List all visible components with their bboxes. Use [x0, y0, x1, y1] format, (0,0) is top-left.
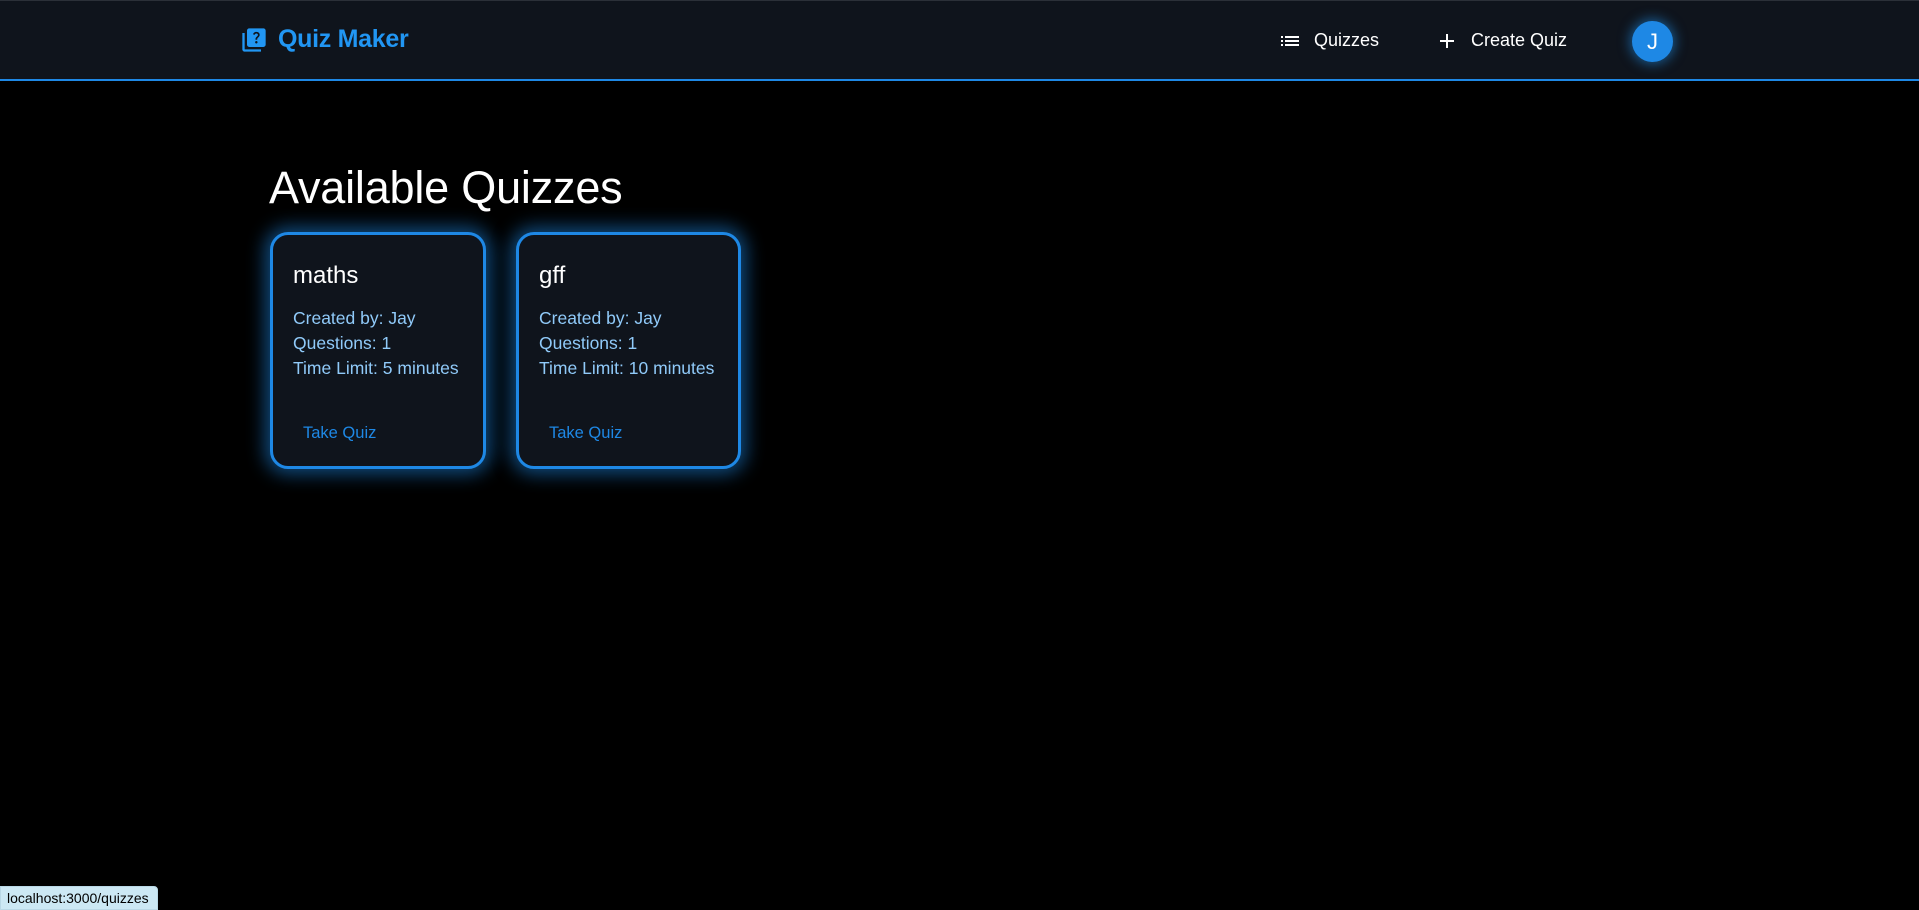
brand-link[interactable]: Quiz Maker	[240, 25, 409, 54]
brand-title: Quiz Maker	[278, 25, 409, 53]
quiz-card: maths Created by: Jay Questions: 1 Time …	[270, 232, 486, 469]
list-icon	[1281, 35, 1299, 46]
quiz-created-by: Created by: Jay	[539, 308, 662, 328]
page-title: Available Quizzes	[269, 162, 623, 213]
quiz-title: gff	[539, 262, 566, 289]
quiz-created-by: Created by: Jay	[293, 308, 416, 328]
browser-status-url: localhost:3000/quizzes	[0, 886, 158, 910]
quiz-meta: Created by: Jay Questions: 1 Time Limit:…	[293, 306, 459, 381]
nav-create-quiz[interactable]: Create Quiz	[1435, 1, 1567, 80]
quiz-title: maths	[293, 262, 359, 289]
quiz-meta: Created by: Jay Questions: 1 Time Limit:…	[539, 306, 714, 381]
take-quiz-button[interactable]: Take Quiz	[303, 424, 376, 443]
quiz-question-count: Questions: 1	[539, 333, 638, 353]
quiz-card: gff Created by: Jay Questions: 1 Time Li…	[516, 232, 741, 469]
quiz-icon	[242, 27, 266, 52]
quiz-time-limit: Time Limit: 10 minutes	[539, 358, 715, 378]
take-quiz-button[interactable]: Take Quiz	[549, 424, 622, 443]
app-bar: Quiz Maker Quizzes Create Quiz J	[0, 0, 1919, 81]
user-avatar[interactable]: J	[1632, 21, 1673, 62]
nav-quizzes-label: Quizzes	[1314, 30, 1380, 50]
quiz-time-limit: Time Limit: 5 minutes	[293, 358, 459, 378]
nav-quizzes[interactable]: Quizzes	[1278, 1, 1379, 80]
plus-icon	[1440, 33, 1454, 48]
nav-create-quiz-label: Create Quiz	[1471, 30, 1568, 50]
quiz-question-count: Questions: 1	[293, 333, 392, 353]
